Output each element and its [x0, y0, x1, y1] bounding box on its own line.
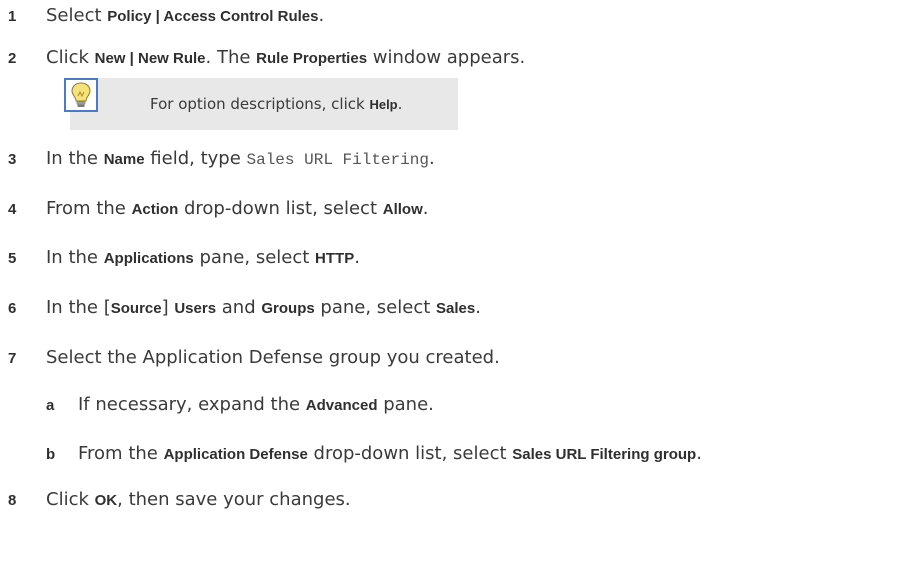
pane-name: Advanced	[305, 397, 378, 414]
step-text: pane.	[377, 394, 434, 415]
pane-name: Groups	[261, 300, 315, 317]
step-letter: a	[46, 397, 55, 414]
step-text: .	[696, 443, 702, 464]
typed-value: Sales URL Filtering	[246, 151, 429, 169]
step-text: Click	[46, 489, 95, 510]
step-text: pane, select	[193, 247, 316, 268]
button-name: OK	[94, 492, 118, 509]
tip-text: For option descriptions, click Help.	[150, 91, 402, 118]
field-name: Name	[103, 151, 145, 168]
step-1: 1 Select Policy | Access Control Rules.	[8, 3, 324, 29]
step-text: drop-down list, select	[307, 443, 513, 464]
step-text: pane, select	[314, 297, 437, 318]
step-text: field, type	[144, 148, 247, 169]
pane-name: Users	[174, 300, 217, 317]
step-number: 8	[8, 492, 17, 509]
pane-name: Source	[110, 300, 162, 317]
step-number: 5	[8, 250, 17, 267]
step-number: 2	[8, 50, 17, 67]
step-4: 4 From the Action drop-down list, select …	[8, 196, 428, 222]
step-letter: b	[46, 446, 56, 463]
tip-box: For option descriptions, click Help.	[64, 78, 458, 130]
step-text: .	[354, 247, 360, 268]
step-text: In the	[46, 247, 104, 268]
step-text: window appears.	[367, 47, 526, 68]
option-value: HTTP	[315, 250, 355, 267]
step-text: From the	[46, 198, 132, 219]
pane-name: Applications	[103, 250, 194, 267]
step-6: 6 In the [Source] Users and Groups pane, …	[8, 295, 481, 321]
step-text: . The	[205, 47, 257, 68]
step-text: drop-down list, select	[178, 198, 383, 219]
help-term: Help	[369, 97, 398, 112]
step-text: In the	[46, 148, 104, 169]
step-text: .	[422, 198, 429, 219]
menu-path: Policy | Access Control Rules	[107, 8, 319, 25]
option-value: Sales URL Filtering group	[512, 446, 697, 463]
tip-body: .	[397, 95, 403, 113]
step-8: 8 Click OK, then save your changes.	[8, 487, 351, 513]
step-3: 3 In the Name field, type Sales URL Filte…	[8, 146, 435, 172]
step-text: If necessary, expand the	[78, 394, 306, 415]
step-text: Select the Application Defense group you…	[46, 347, 500, 368]
tip-body: For option descriptions, click	[150, 95, 370, 113]
step-number: 3	[8, 151, 17, 168]
step-text: From the	[78, 443, 164, 464]
window-name: Rule Properties	[256, 50, 368, 67]
step-text: .	[475, 297, 481, 318]
step-7: 7 Select the Application Defense group yo…	[8, 345, 500, 371]
step-number: 1	[8, 8, 17, 25]
step-7b: b From the Application Defense drop-down …	[46, 441, 702, 467]
field-name: Action	[131, 201, 179, 218]
step-text: .	[318, 5, 325, 26]
menu-path: New | New Rule	[94, 50, 206, 67]
step-text: .	[428, 148, 435, 169]
step-number: 4	[8, 201, 17, 218]
field-name: Application Defense	[163, 446, 308, 463]
lightbulb-icon	[64, 78, 98, 117]
option-value: Sales	[436, 300, 476, 317]
step-7a: a If necessary, expand the Advanced pane.	[46, 392, 434, 418]
step-text: Select	[46, 5, 108, 26]
step-number: 7	[8, 350, 17, 367]
option-value: Allow	[382, 201, 423, 218]
step-text: Click	[46, 47, 95, 68]
step-text: ]	[161, 297, 175, 318]
step-text: and	[216, 297, 262, 318]
step-number: 6	[8, 300, 17, 317]
step-text: In the [	[46, 297, 111, 318]
step-2: 2 Click New | New Rule. The Rule Properti…	[8, 45, 525, 71]
step-5: 5 In the Applications pane, select HTTP.	[8, 245, 360, 271]
step-text: , then save your changes.	[117, 489, 351, 510]
